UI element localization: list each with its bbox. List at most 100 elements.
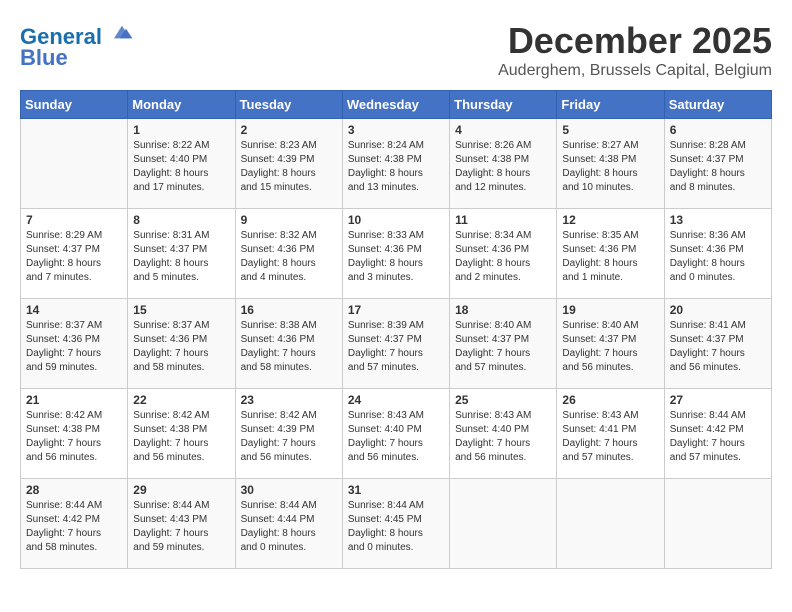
calendar-cell: 10 Sunrise: 8:33 AM Sunset: 4:36 PM Dayli…: [342, 209, 449, 299]
day-number: 10: [348, 213, 444, 227]
day-number: 26: [562, 393, 658, 407]
day-number: 15: [133, 303, 229, 317]
calendar-cell: 9 Sunrise: 8:32 AM Sunset: 4:36 PM Daylig…: [235, 209, 342, 299]
day-header-friday: Friday: [557, 91, 664, 119]
calendar-cell: 11 Sunrise: 8:34 AM Sunset: 4:36 PM Dayli…: [450, 209, 557, 299]
calendar-cell: 26 Sunrise: 8:43 AM Sunset: 4:41 PM Dayli…: [557, 389, 664, 479]
day-info: Sunrise: 8:34 AM Sunset: 4:36 PM Dayligh…: [455, 229, 551, 285]
day-number: 25: [455, 393, 551, 407]
day-info: Sunrise: 8:44 AM Sunset: 4:42 PM Dayligh…: [670, 409, 766, 465]
calendar-cell: 31 Sunrise: 8:44 AM Sunset: 4:45 PM Dayli…: [342, 479, 449, 569]
day-info: Sunrise: 8:26 AM Sunset: 4:38 PM Dayligh…: [455, 139, 551, 195]
day-info: Sunrise: 8:38 AM Sunset: 4:36 PM Dayligh…: [241, 319, 337, 375]
calendar-cell: 12Sunrise: 8:35 AM Sunset: 4:36 PM Dayli…: [557, 209, 664, 299]
day-info: Sunrise: 8:23 AM Sunset: 4:39 PM Dayligh…: [241, 139, 337, 195]
day-number: 19: [562, 303, 658, 317]
day-number: 31: [348, 483, 444, 497]
day-info: Sunrise: 8:40 AM Sunset: 4:37 PM Dayligh…: [562, 319, 658, 375]
calendar-cell: 18 Sunrise: 8:40 AM Sunset: 4:37 PM Dayli…: [450, 299, 557, 389]
day-info: Sunrise: 8:28 AM Sunset: 4:37 PM Dayligh…: [670, 139, 766, 195]
logo-icon: [110, 20, 134, 44]
day-number: 3: [348, 123, 444, 137]
calendar-cell: [664, 479, 771, 569]
calendar-cell: 28 Sunrise: 8:44 AM Sunset: 4:42 PM Dayli…: [21, 479, 128, 569]
day-number: 20: [670, 303, 766, 317]
day-number: 2: [241, 123, 337, 137]
day-info: Sunrise: 8:37 AM Sunset: 4:36 PM Dayligh…: [133, 319, 229, 375]
day-info: Sunrise: 8:29 AM Sunset: 4:37 PM Dayligh…: [26, 229, 122, 285]
calendar-cell: 27 Sunrise: 8:44 AM Sunset: 4:42 PM Dayli…: [664, 389, 771, 479]
page-header: General Blue December 2025 Auderghem, Br…: [20, 20, 772, 80]
day-number: 8: [133, 213, 229, 227]
day-number: 5: [562, 123, 658, 137]
day-info: Sunrise: 8:36 AM Sunset: 4:36 PM Dayligh…: [670, 229, 766, 285]
calendar-cell: 6 Sunrise: 8:28 AM Sunset: 4:37 PM Daylig…: [664, 119, 771, 209]
day-header-thursday: Thursday: [450, 91, 557, 119]
day-info: Sunrise: 8:24 AM Sunset: 4:38 PM Dayligh…: [348, 139, 444, 195]
calendar-cell: 22 Sunrise: 8:42 AM Sunset: 4:38 PM Dayli…: [128, 389, 235, 479]
calendar-cell: 21Sunrise: 8:42 AM Sunset: 4:38 PM Dayli…: [21, 389, 128, 479]
day-info: Sunrise: 8:42 AM Sunset: 4:39 PM Dayligh…: [241, 409, 337, 465]
calendar-cell: 3 Sunrise: 8:24 AM Sunset: 4:38 PM Daylig…: [342, 119, 449, 209]
day-info: Sunrise: 8:43 AM Sunset: 4:40 PM Dayligh…: [455, 409, 551, 465]
calendar-week-row: 7Sunrise: 8:29 AM Sunset: 4:37 PM Daylig…: [21, 209, 772, 299]
day-info: Sunrise: 8:40 AM Sunset: 4:37 PM Dayligh…: [455, 319, 551, 375]
calendar-cell: 2 Sunrise: 8:23 AM Sunset: 4:39 PM Daylig…: [235, 119, 342, 209]
calendar-week-row: 21Sunrise: 8:42 AM Sunset: 4:38 PM Dayli…: [21, 389, 772, 479]
day-number: 18: [455, 303, 551, 317]
day-number: 16: [241, 303, 337, 317]
calendar-cell: 30Sunrise: 8:44 AM Sunset: 4:44 PM Dayli…: [235, 479, 342, 569]
logo: General Blue: [20, 20, 134, 71]
day-info: Sunrise: 8:42 AM Sunset: 4:38 PM Dayligh…: [133, 409, 229, 465]
calendar-cell: 20 Sunrise: 8:41 AM Sunset: 4:37 PM Dayli…: [664, 299, 771, 389]
day-number: 13: [670, 213, 766, 227]
calendar-cell: 19 Sunrise: 8:40 AM Sunset: 4:37 PM Dayli…: [557, 299, 664, 389]
calendar-cell: 29 Sunrise: 8:44 AM Sunset: 4:43 PM Dayli…: [128, 479, 235, 569]
day-number: 30: [241, 483, 337, 497]
calendar-cell: [557, 479, 664, 569]
day-info: Sunrise: 8:27 AM Sunset: 4:38 PM Dayligh…: [562, 139, 658, 195]
day-info: Sunrise: 8:33 AM Sunset: 4:36 PM Dayligh…: [348, 229, 444, 285]
day-header-tuesday: Tuesday: [235, 91, 342, 119]
day-number: 6: [670, 123, 766, 137]
day-number: 14: [26, 303, 122, 317]
day-header-monday: Monday: [128, 91, 235, 119]
day-number: 11: [455, 213, 551, 227]
day-info: Sunrise: 8:42 AM Sunset: 4:38 PM Dayligh…: [26, 409, 122, 465]
calendar-cell: 25 Sunrise: 8:43 AM Sunset: 4:40 PM Dayli…: [450, 389, 557, 479]
day-header-wednesday: Wednesday: [342, 91, 449, 119]
day-info: Sunrise: 8:22 AM Sunset: 4:40 PM Dayligh…: [133, 139, 229, 195]
day-number: 27: [670, 393, 766, 407]
month-title: December 2025: [498, 20, 772, 62]
day-info: Sunrise: 8:44 AM Sunset: 4:45 PM Dayligh…: [348, 499, 444, 555]
calendar-table: SundayMondayTuesdayWednesdayThursdayFrid…: [20, 90, 772, 569]
day-info: Sunrise: 8:43 AM Sunset: 4:41 PM Dayligh…: [562, 409, 658, 465]
day-info: Sunrise: 8:44 AM Sunset: 4:43 PM Dayligh…: [133, 499, 229, 555]
day-number: 22: [133, 393, 229, 407]
calendar-week-row: 14 Sunrise: 8:37 AM Sunset: 4:36 PM Dayli…: [21, 299, 772, 389]
day-info: Sunrise: 8:32 AM Sunset: 4:36 PM Dayligh…: [241, 229, 337, 285]
day-info: Sunrise: 8:31 AM Sunset: 4:37 PM Dayligh…: [133, 229, 229, 285]
title-block: December 2025 Auderghem, Brussels Capita…: [498, 20, 772, 80]
calendar-cell: 15 Sunrise: 8:37 AM Sunset: 4:36 PM Dayli…: [128, 299, 235, 389]
day-number: 24: [348, 393, 444, 407]
location: Auderghem, Brussels Capital, Belgium: [498, 62, 772, 80]
calendar-cell: [450, 479, 557, 569]
day-info: Sunrise: 8:44 AM Sunset: 4:42 PM Dayligh…: [26, 499, 122, 555]
calendar-cell: 16 Sunrise: 8:38 AM Sunset: 4:36 PM Dayli…: [235, 299, 342, 389]
day-info: Sunrise: 8:39 AM Sunset: 4:37 PM Dayligh…: [348, 319, 444, 375]
day-number: 17: [348, 303, 444, 317]
day-info: Sunrise: 8:41 AM Sunset: 4:37 PM Dayligh…: [670, 319, 766, 375]
day-info: Sunrise: 8:43 AM Sunset: 4:40 PM Dayligh…: [348, 409, 444, 465]
calendar-cell: 17 Sunrise: 8:39 AM Sunset: 4:37 PM Dayli…: [342, 299, 449, 389]
day-number: 28: [26, 483, 122, 497]
day-number: 9: [241, 213, 337, 227]
calendar-cell: 8 Sunrise: 8:31 AM Sunset: 4:37 PM Daylig…: [128, 209, 235, 299]
calendar-header-row: SundayMondayTuesdayWednesdayThursdayFrid…: [21, 91, 772, 119]
day-header-sunday: Sunday: [21, 91, 128, 119]
day-number: 29: [133, 483, 229, 497]
calendar-cell: 5 Sunrise: 8:27 AM Sunset: 4:38 PM Daylig…: [557, 119, 664, 209]
calendar-cell: [21, 119, 128, 209]
calendar-cell: 14Sunrise: 8:37 AM Sunset: 4:36 PM Dayli…: [21, 299, 128, 389]
day-number: 12: [562, 213, 658, 227]
